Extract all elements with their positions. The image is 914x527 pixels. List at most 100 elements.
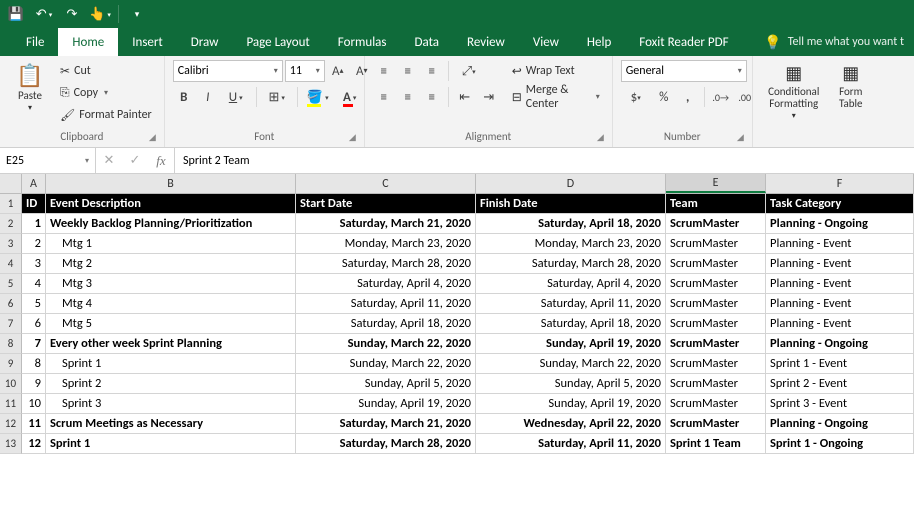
tab-data[interactable]: Data bbox=[401, 28, 454, 56]
fill-color-button[interactable]: 🪣▾ bbox=[303, 86, 333, 108]
cell[interactable]: Saturday, March 21, 2020 bbox=[296, 214, 476, 234]
row-header[interactable]: 3 bbox=[0, 234, 22, 254]
dialog-launcher[interactable]: ◢ bbox=[149, 132, 156, 143]
cell[interactable]: Planning - Event bbox=[766, 274, 914, 294]
cell[interactable]: Planning - Event bbox=[766, 314, 914, 334]
comma-button[interactable]: , bbox=[677, 86, 699, 108]
cell[interactable]: Saturday, April 18, 2020 bbox=[476, 214, 666, 234]
tab-home[interactable]: Home bbox=[58, 28, 118, 56]
cell[interactable]: Sunday, March 22, 2020 bbox=[296, 334, 476, 354]
touch-mode-button[interactable]: 👆▾ bbox=[88, 2, 112, 26]
cell[interactable]: Mtg 5 bbox=[46, 314, 296, 334]
format-painter-button[interactable]: 🖌Format Painter bbox=[56, 104, 156, 126]
dialog-launcher[interactable]: ◢ bbox=[597, 132, 604, 143]
cell[interactable]: Sunday, April 19, 2020 bbox=[476, 394, 666, 414]
cell[interactable]: Saturday, April 11, 2020 bbox=[476, 434, 666, 454]
copy-button[interactable]: ⎘Copy▾ bbox=[56, 82, 156, 104]
tab-review[interactable]: Review bbox=[453, 28, 519, 56]
cell[interactable]: Sunday, April 19, 2020 bbox=[296, 394, 476, 414]
italic-button[interactable]: I bbox=[197, 86, 219, 108]
cell[interactable]: Sunday, March 22, 2020 bbox=[296, 354, 476, 374]
cell[interactable]: ScrumMaster bbox=[666, 314, 766, 334]
row-header[interactable]: 4 bbox=[0, 254, 22, 274]
enter-formula-button[interactable]: ✓ bbox=[122, 150, 148, 172]
cell[interactable]: 7 bbox=[22, 334, 46, 354]
col-header-a[interactable]: A bbox=[22, 174, 46, 193]
align-right-button[interactable]: ≡ bbox=[421, 86, 443, 108]
cell[interactable]: Saturday, March 21, 2020 bbox=[296, 414, 476, 434]
cell[interactable]: Planning - Ongoing bbox=[766, 334, 914, 354]
cell[interactable]: Sprint 1 - Ongoing bbox=[766, 434, 914, 454]
row-header[interactable]: 11 bbox=[0, 394, 22, 414]
cell[interactable]: Sprint 2 - Event bbox=[766, 374, 914, 394]
cell[interactable]: ScrumMaster bbox=[666, 414, 766, 434]
conditional-formatting-button[interactable]: ▦ Conditional Formatting▾ bbox=[761, 60, 827, 125]
col-header-c[interactable]: C bbox=[296, 174, 476, 193]
format-table-button[interactable]: ▦ Form Table bbox=[831, 60, 871, 114]
tell-me-search[interactable]: 💡 Tell me what you want t bbox=[754, 28, 914, 56]
cell[interactable]: 4 bbox=[22, 274, 46, 294]
row-header[interactable]: 7 bbox=[0, 314, 22, 334]
row-header[interactable]: 5 bbox=[0, 274, 22, 294]
cell[interactable]: Sprint 1 Team bbox=[666, 434, 766, 454]
cell[interactable]: Start Date bbox=[296, 194, 476, 214]
save-button[interactable]: 💾 bbox=[4, 2, 28, 26]
cell[interactable]: Sprint 2 bbox=[46, 374, 296, 394]
name-box[interactable]: E25▾ bbox=[0, 148, 96, 173]
cell[interactable]: ID bbox=[22, 194, 46, 214]
align-left-button[interactable]: ≡ bbox=[373, 86, 395, 108]
cell[interactable]: ScrumMaster bbox=[666, 214, 766, 234]
cell[interactable]: Team bbox=[666, 194, 766, 214]
cell[interactable]: ScrumMaster bbox=[666, 294, 766, 314]
cell[interactable]: Saturday, April 11, 2020 bbox=[296, 294, 476, 314]
cell[interactable]: Mtg 3 bbox=[46, 274, 296, 294]
cell[interactable]: Saturday, April 18, 2020 bbox=[296, 314, 476, 334]
row-header[interactable]: 12 bbox=[0, 414, 22, 434]
cell[interactable]: 1 bbox=[22, 214, 46, 234]
align-bottom-button[interactable]: ≡ bbox=[421, 60, 443, 82]
cell[interactable]: Sunday, March 22, 2020 bbox=[476, 354, 666, 374]
row-header[interactable]: 13 bbox=[0, 434, 22, 454]
col-header-e[interactable]: E bbox=[666, 174, 766, 193]
align-middle-button[interactable]: ≡ bbox=[397, 60, 419, 82]
row-header[interactable]: 1 bbox=[0, 194, 22, 214]
cancel-formula-button[interactable]: ✕ bbox=[96, 150, 122, 172]
cell[interactable]: Sunday, April 5, 2020 bbox=[296, 374, 476, 394]
customize-qat-button[interactable]: ▾ bbox=[125, 2, 149, 26]
cell[interactable]: 12 bbox=[22, 434, 46, 454]
tab-file[interactable]: File bbox=[12, 28, 58, 56]
tab-help[interactable]: Help bbox=[573, 28, 625, 56]
cell[interactable]: Monday, March 23, 2020 bbox=[296, 234, 476, 254]
tab-view[interactable]: View bbox=[519, 28, 573, 56]
cell[interactable]: Saturday, April 18, 2020 bbox=[476, 314, 666, 334]
cell[interactable]: Every other week Sprint Planning bbox=[46, 334, 296, 354]
cell[interactable]: Mtg 2 bbox=[46, 254, 296, 274]
fx-button[interactable]: fx bbox=[148, 150, 174, 172]
formula-input[interactable]: Sprint 2 Team bbox=[175, 148, 914, 173]
tab-insert[interactable]: Insert bbox=[118, 28, 177, 56]
row-header[interactable]: 10 bbox=[0, 374, 22, 394]
cell[interactable]: ScrumMaster bbox=[666, 234, 766, 254]
cell[interactable]: Planning - Event bbox=[766, 234, 914, 254]
cell[interactable]: Monday, March 23, 2020 bbox=[476, 234, 666, 254]
row-header[interactable]: 8 bbox=[0, 334, 22, 354]
cell[interactable]: 6 bbox=[22, 314, 46, 334]
cell[interactable]: Finish Date bbox=[476, 194, 666, 214]
cell[interactable]: Saturday, March 28, 2020 bbox=[296, 254, 476, 274]
cell[interactable]: ScrumMaster bbox=[666, 254, 766, 274]
tab-foxit[interactable]: Foxit Reader PDF bbox=[625, 28, 742, 56]
border-button[interactable]: ⊞▾ bbox=[262, 86, 292, 108]
number-format-combo[interactable]: General▾ bbox=[621, 60, 747, 82]
col-header-d[interactable]: D bbox=[476, 174, 666, 193]
cell[interactable]: 2 bbox=[22, 234, 46, 254]
font-color-button[interactable]: A▾ bbox=[335, 86, 365, 108]
cell[interactable]: 10 bbox=[22, 394, 46, 414]
cell[interactable]: 11 bbox=[22, 414, 46, 434]
percent-button[interactable]: % bbox=[653, 86, 675, 108]
accounting-format-button[interactable]: $▾ bbox=[621, 86, 651, 108]
cell[interactable]: Sprint 3 - Event bbox=[766, 394, 914, 414]
cell[interactable]: Sunday, April 5, 2020 bbox=[476, 374, 666, 394]
cell[interactable]: Sunday, April 19, 2020 bbox=[476, 334, 666, 354]
cell[interactable]: Planning - Ongoing bbox=[766, 214, 914, 234]
cell[interactable]: Event Description bbox=[46, 194, 296, 214]
